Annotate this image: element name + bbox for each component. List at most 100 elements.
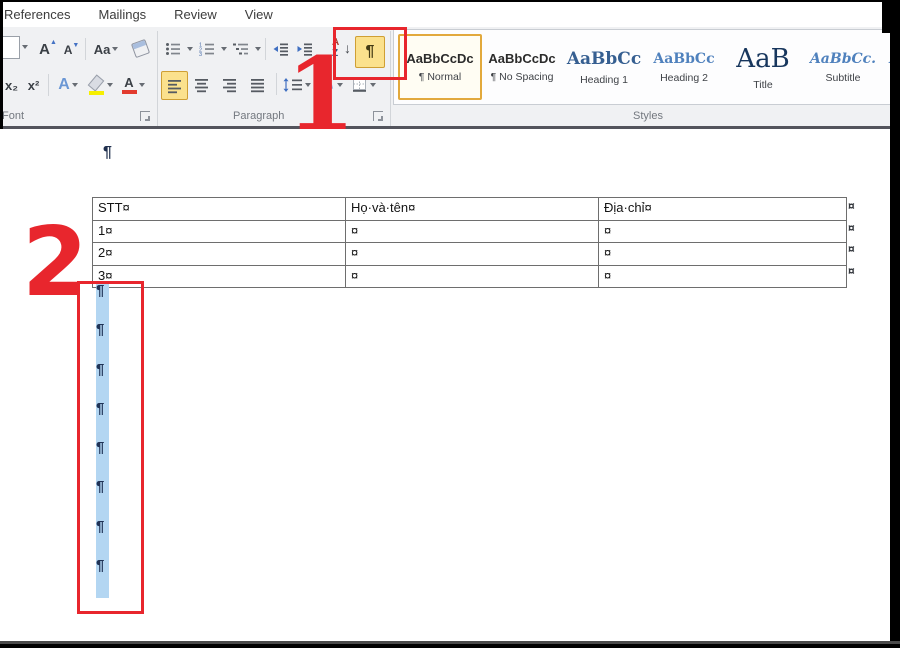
table-cell[interactable]: ¤ <box>599 266 846 288</box>
grow-font-icon: A <box>39 41 50 58</box>
chevron-down-icon <box>221 47 227 51</box>
increase-indent-button[interactable] <box>294 37 316 61</box>
shading-bucket-icon <box>319 77 335 93</box>
change-case-button[interactable]: Aa <box>90 36 122 62</box>
selected-pilcrow: ¶ <box>96 402 109 441</box>
shrink-font-button[interactable]: A ▼ <box>61 38 82 62</box>
styles-group-label: Styles <box>633 110 663 122</box>
style-normal[interactable]: AaBbCcDc¶ Normal <box>398 34 482 100</box>
font-group-label: Font <box>2 110 24 122</box>
multilevel-list-button[interactable] <box>230 37 252 61</box>
shrink-font-icon: A <box>64 43 73 57</box>
table-cell[interactable]: Họ·và·tên¤ <box>346 198 599 220</box>
grow-font-button[interactable]: A ▲ <box>36 36 60 62</box>
group-separator <box>157 31 158 127</box>
down-arrow-icon: ▼ <box>72 42 79 49</box>
align-center-button[interactable] <box>189 71 214 98</box>
shading-button[interactable] <box>316 71 346 98</box>
table-cell[interactable]: 2¤ <box>93 243 346 265</box>
selected-pilcrow: ¶ <box>96 559 109 598</box>
subscript-button[interactable]: x₂ <box>1 72 22 98</box>
decrease-indent-button[interactable] <box>270 37 292 61</box>
paragraph-group-label: Paragraph <box>233 110 284 122</box>
text-effects-icon: A <box>58 76 70 94</box>
document-canvas[interactable]: ″ ¶ STT¤Họ·và·tên¤Địa·chỉ¤1¤¤¤2¤¤¤3¤¤¤ ¤… <box>0 129 900 641</box>
chevron-down-icon <box>255 47 261 51</box>
word-table[interactable]: STT¤Họ·và·tên¤Địa·chỉ¤1¤¤¤2¤¤¤3¤¤¤ <box>92 197 847 288</box>
sort-button[interactable]: A Z ↓ <box>330 35 352 65</box>
chevron-down-icon <box>337 83 343 87</box>
style-title[interactable]: AaBTitle <box>723 34 803 100</box>
show-hide-formatting-button[interactable]: ¶ <box>355 36 385 68</box>
style-sample-text: AaB <box>736 44 789 74</box>
sort-az-icon: A Z ↓ <box>331 37 351 63</box>
align-right-button[interactable] <box>217 71 242 98</box>
align-left-icon <box>167 78 182 94</box>
text-effects-button[interactable]: A <box>53 72 83 98</box>
numbering-icon: 1 2 3 <box>199 42 215 56</box>
chevron-down-icon <box>22 45 28 49</box>
borders-button[interactable] <box>348 71 380 98</box>
style-no-spacing[interactable]: AaBbCcDc¶ No Spacing <box>481 34 563 100</box>
superscript-icon: x² <box>28 78 40 93</box>
chevron-down-icon <box>107 83 113 87</box>
table-cell[interactable]: ¤ <box>346 221 599 243</box>
style-sample-text: AaBbCc. <box>810 51 876 67</box>
chevron-down-icon <box>112 47 118 51</box>
superscript-button[interactable]: x² <box>23 72 44 98</box>
change-case-icon: Aa <box>94 42 111 57</box>
tab-view[interactable]: View <box>231 7 287 22</box>
bullets-dropdown[interactable] <box>184 39 194 59</box>
table-cell[interactable]: STT¤ <box>93 198 346 220</box>
style-heading-1[interactable]: AaBbCcHeading 1 <box>563 34 645 100</box>
style-heading-2[interactable]: AaBbCcHeading 2 <box>645 34 723 100</box>
decrease-indent-icon <box>273 42 289 56</box>
line-spacing-button[interactable] <box>281 71 313 98</box>
paragraph-dialog-launcher[interactable] <box>373 111 383 121</box>
highlighter-icon <box>87 75 105 95</box>
svg-text:3: 3 <box>199 52 202 56</box>
table-cell[interactable]: Địa·chỉ¤ <box>599 198 846 220</box>
align-right-icon <box>222 77 237 93</box>
row-end-marker: ¤ <box>848 242 855 256</box>
tab-review[interactable]: Review <box>160 7 231 22</box>
align-left-button[interactable] <box>161 71 188 100</box>
justify-button[interactable] <box>245 71 270 98</box>
table-cell[interactable]: 3¤ <box>93 266 346 288</box>
selected-pilcrow: ¶ <box>96 480 109 519</box>
table-row[interactable]: 1¤¤¤ <box>93 221 846 244</box>
separator <box>48 74 49 96</box>
clear-formatting-button[interactable] <box>127 34 153 62</box>
font-size-dropdown[interactable] <box>18 39 30 55</box>
table-header-row[interactable]: STT¤Họ·và·tên¤Địa·chỉ¤ <box>93 198 846 221</box>
tab-mailings[interactable]: Mailings <box>84 7 160 22</box>
table-cell[interactable]: 1¤ <box>93 221 346 243</box>
font-color-icon: A <box>122 76 137 94</box>
paragraph-mark: ¶ <box>103 144 112 162</box>
table-cell[interactable]: ¤ <box>599 221 846 243</box>
bullets-button[interactable] <box>162 37 184 61</box>
separator <box>265 38 266 60</box>
table-row[interactable]: 2¤¤¤ <box>93 243 846 266</box>
multilevel-dropdown[interactable] <box>252 39 262 59</box>
chevron-down-icon <box>305 83 311 87</box>
font-size-combobox[interactable] <box>0 36 20 59</box>
table-cell[interactable]: ¤ <box>346 243 599 265</box>
frame-edge <box>882 0 900 33</box>
text-highlight-button[interactable] <box>84 72 116 98</box>
selected-pilcrow: ¶ <box>96 363 109 402</box>
numbering-button[interactable]: 1 2 3 <box>196 37 218 61</box>
style-label: Subtitle <box>825 72 860 84</box>
style-subtitle[interactable]: AaBbCc. Subtitle <box>803 34 883 100</box>
multilevel-list-icon <box>233 42 249 56</box>
selected-pilcrow: ¶ <box>96 323 109 362</box>
frame-edge <box>890 0 900 648</box>
tab-references[interactable]: References <box>0 7 84 22</box>
font-dialog-launcher[interactable] <box>140 111 150 121</box>
font-color-button[interactable]: A <box>117 72 149 98</box>
table-cell[interactable]: ¤ <box>346 266 599 288</box>
numbering-dropdown[interactable] <box>218 39 228 59</box>
table-cell[interactable]: ¤ <box>599 243 846 265</box>
subscript-icon: x₂ <box>5 78 18 93</box>
table-row[interactable]: 3¤¤¤ <box>93 266 846 288</box>
